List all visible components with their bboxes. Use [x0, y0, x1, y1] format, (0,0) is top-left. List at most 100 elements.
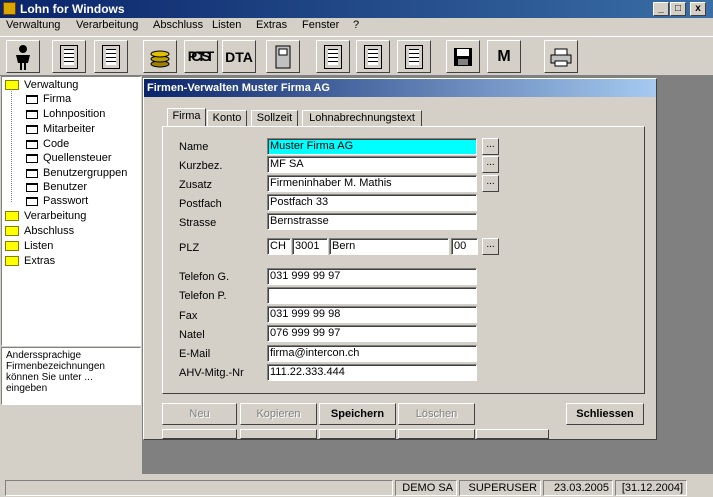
- telefon-p-field[interactable]: [267, 287, 477, 304]
- postfach-field[interactable]: Postfach 33: [267, 194, 477, 211]
- tree-node-extras[interactable]: Extras: [5, 255, 55, 267]
- menu-verwaltung[interactable]: Verwaltung: [6, 19, 60, 31]
- plz-extra-field[interactable]: 00: [451, 238, 478, 255]
- menu-help[interactable]: ?: [353, 19, 359, 31]
- status-date: 23.03.2005: [543, 480, 613, 496]
- leaf-icon: [26, 139, 38, 149]
- hidden-button-row: [162, 429, 237, 439]
- kurzbez-lookup-button[interactable]: ...: [482, 156, 499, 173]
- natel-label: Natel: [179, 329, 205, 341]
- hidden-button-row: [476, 429, 549, 439]
- folder-open-icon: [5, 80, 19, 91]
- neu-button[interactable]: Neu: [162, 403, 237, 425]
- menu-fenster[interactable]: Fenster: [302, 19, 339, 31]
- tree-node-benutzergruppen[interactable]: Benutzergruppen: [26, 167, 127, 179]
- speichern-button[interactable]: Speichern: [319, 403, 396, 425]
- name-lookup-button[interactable]: ...: [482, 138, 499, 155]
- coins-button[interactable]: [143, 40, 177, 73]
- email-field[interactable]: firma@intercon.ch: [267, 345, 477, 362]
- list-button[interactable]: [52, 40, 86, 73]
- close-button[interactable]: x: [690, 2, 706, 16]
- notebook-icon: [275, 45, 291, 68]
- kurzbez-label: Kurzbez.: [179, 160, 223, 172]
- telefon-g-label: Telefon G.: [179, 271, 230, 283]
- zusatz-field[interactable]: Firmeninhaber M. Mathis: [267, 175, 477, 192]
- leaf-icon: [26, 182, 38, 192]
- fax-field[interactable]: 031 999 99 98: [267, 306, 477, 323]
- kurzbez-field[interactable]: MF SA: [267, 156, 477, 173]
- tree-node-verarbeitung[interactable]: Verarbeitung: [5, 210, 86, 222]
- telefon-g-field[interactable]: 031 999 99 97: [267, 268, 477, 285]
- employee-button[interactable]: [6, 40, 40, 73]
- toolbar: CS PTT DTA M: [0, 36, 713, 76]
- plz-lookup-button[interactable]: ...: [482, 238, 499, 255]
- title-bar: Lohn for Windows _ □ x: [0, 0, 713, 18]
- tree-node-quellensteuer[interactable]: Quellensteuer: [26, 152, 112, 164]
- zusatz-label: Zusatz: [179, 179, 213, 191]
- tree-node-lohnposition[interactable]: Lohnposition: [26, 108, 105, 120]
- menu-verarbeitung[interactable]: Verarbeitung: [76, 19, 138, 31]
- dta-label: DTA: [225, 48, 253, 65]
- app-icon: [3, 2, 16, 15]
- tree-node-benutzer[interactable]: Benutzer: [26, 181, 87, 193]
- firmen-window-title: Firmen-Verwalten Muster Firma AG: [144, 79, 656, 97]
- m-label: M: [497, 47, 511, 65]
- ahv-label: AHV-Mitg.-Nr: [179, 367, 244, 379]
- dta-button[interactable]: DTA: [222, 40, 256, 73]
- tree-node-code[interactable]: Code: [26, 138, 69, 150]
- ahv-field[interactable]: 111.22.333.444: [267, 364, 477, 381]
- tree-node-firma[interactable]: Firma: [26, 93, 71, 105]
- tree-node-abschluss[interactable]: Abschluss: [5, 225, 74, 237]
- m-button[interactable]: M: [487, 40, 521, 73]
- help-text: Anderssprachige Firmenbezeichnungen könn…: [1, 347, 141, 405]
- report-f-button[interactable]: [356, 40, 390, 73]
- document-print-icon: [102, 44, 120, 69]
- minimize-button[interactable]: _: [653, 2, 669, 16]
- strasse-field[interactable]: Bernstrasse: [267, 213, 477, 230]
- folder-icon: [5, 241, 19, 252]
- report-f-icon: [364, 44, 382, 69]
- print-list-button[interactable]: [94, 40, 128, 73]
- tab-lohnabrechnungstext[interactable]: Lohnabrechnungstext: [302, 110, 422, 127]
- ort-field[interactable]: Bern: [329, 238, 449, 255]
- tab-sollzeit[interactable]: Sollzeit: [251, 110, 298, 127]
- window-title: Lohn for Windows: [20, 2, 125, 16]
- tab-firma[interactable]: Firma: [167, 108, 206, 127]
- kopieren-button[interactable]: Kopieren: [240, 403, 317, 425]
- printer-icon: [550, 48, 572, 66]
- status-bar: DEMO SA SUPERUSER 23.03.2005 [31.12.2004…: [0, 477, 713, 497]
- name-label: Name: [179, 141, 209, 153]
- tree-node-verwaltung[interactable]: Verwaltung: [5, 79, 78, 91]
- loeschen-button[interactable]: Löschen: [398, 403, 475, 425]
- folder-icon: [5, 256, 19, 267]
- report-k-button[interactable]: [397, 40, 431, 73]
- print-button[interactable]: [544, 40, 578, 73]
- telefon-p-label: Telefon P.: [179, 290, 227, 302]
- menu-abschluss[interactable]: Abschluss: [153, 19, 203, 31]
- maximize-button[interactable]: □: [670, 2, 686, 16]
- leaf-icon: [26, 153, 38, 163]
- report-icon: [324, 44, 342, 69]
- name-field[interactable]: Muster Firma AG: [267, 138, 477, 155]
- tree-node-listen[interactable]: Listen: [5, 240, 53, 252]
- status-period-end: [31.12.2004]: [615, 480, 687, 496]
- report-button[interactable]: [316, 40, 350, 73]
- tab-konto[interactable]: Konto: [207, 110, 247, 127]
- zusatz-lookup-button[interactable]: ...: [482, 175, 499, 192]
- notebook-button[interactable]: [266, 40, 300, 73]
- schliessen-button[interactable]: Schliessen: [566, 403, 644, 425]
- tree-node-passwort[interactable]: Passwort: [26, 195, 88, 207]
- hidden-button-row: [319, 429, 396, 439]
- status-message: [5, 480, 393, 496]
- save-button[interactable]: [446, 40, 480, 73]
- menu-listen[interactable]: Listen: [212, 19, 241, 31]
- ptt-label: PTT: [187, 48, 215, 64]
- menu-extras[interactable]: Extras: [256, 19, 287, 31]
- postfach-label: Postfach: [179, 198, 222, 210]
- tree-node-mitarbeiter[interactable]: Mitarbeiter: [26, 123, 95, 135]
- land-field[interactable]: CH: [267, 238, 291, 255]
- natel-field[interactable]: 076 999 99 97: [267, 325, 477, 342]
- cs-ptt-button[interactable]: CS PTT: [184, 40, 218, 73]
- plz-field[interactable]: 3001: [292, 238, 328, 255]
- folder-icon: [5, 211, 19, 222]
